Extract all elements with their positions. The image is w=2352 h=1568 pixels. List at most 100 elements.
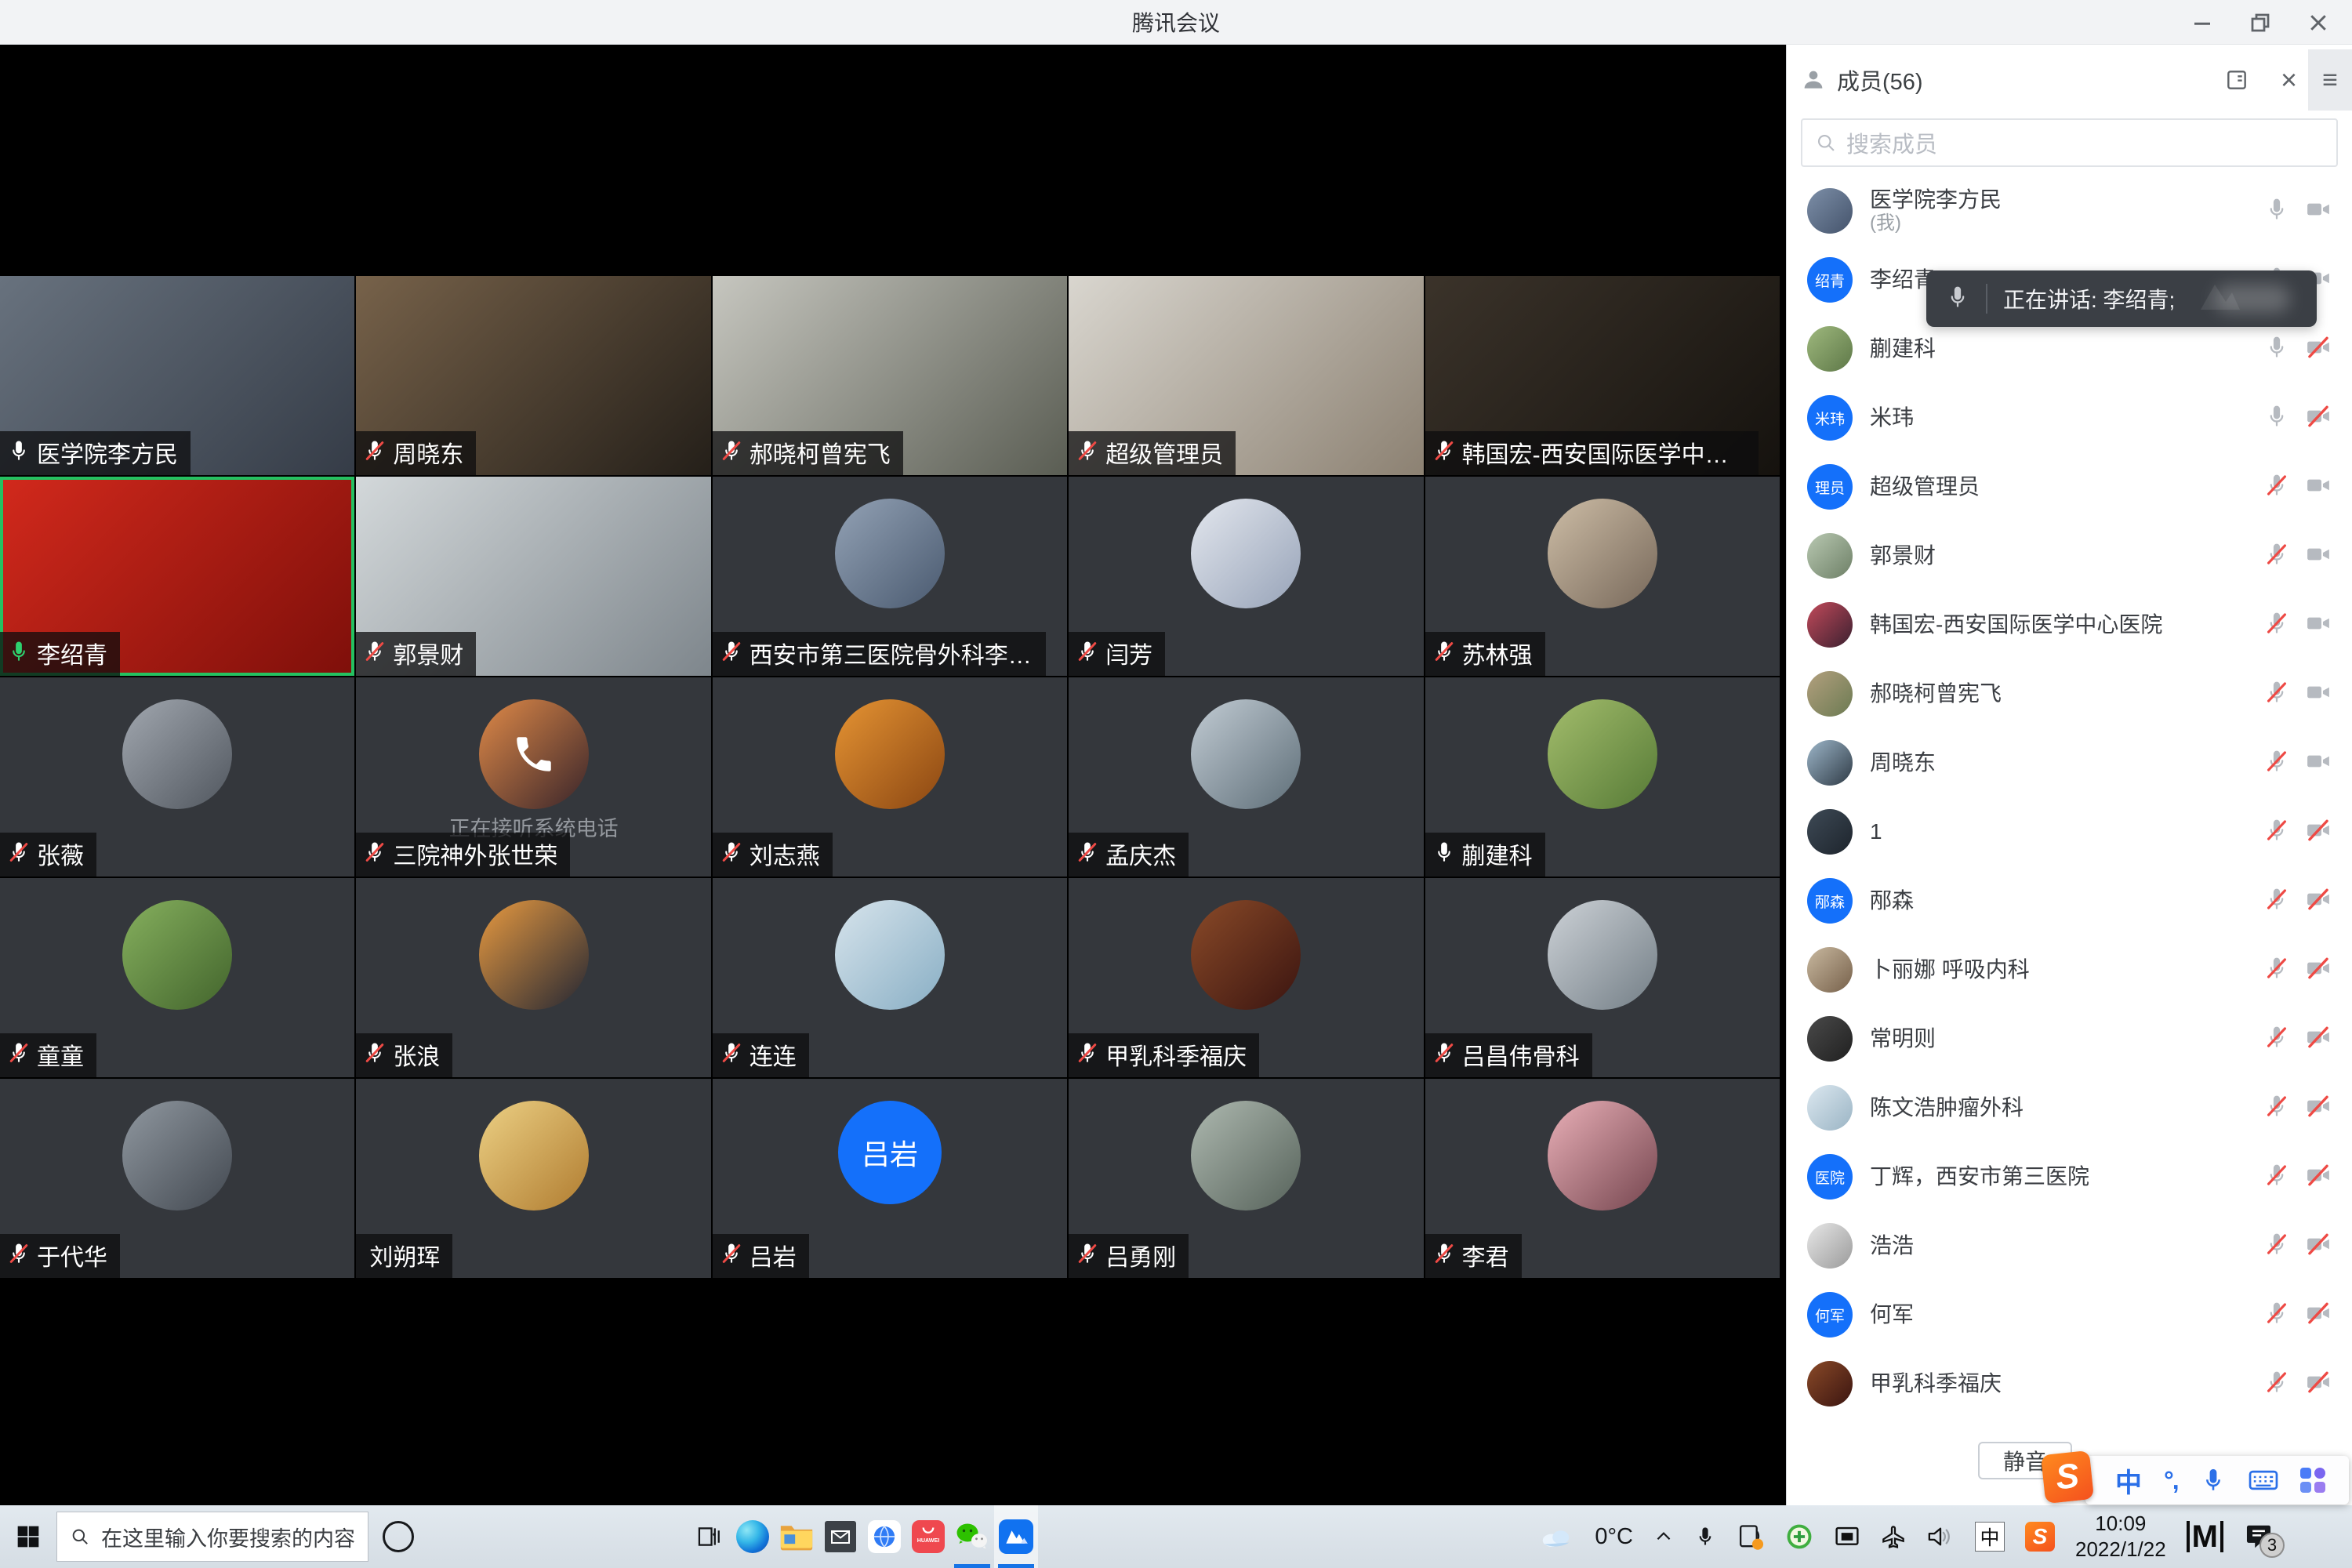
video-tile[interactable]: 郝晓柯曾宪飞 [713,276,1067,475]
member-mic-button[interactable] [2264,404,2289,433]
app-gallery-button[interactable]: HUAWEI [906,1505,950,1568]
member-row[interactable]: 甲乳科季福庆 [1787,1349,2352,1418]
member-camera-button[interactable] [2305,334,2332,365]
member-row[interactable]: 陈文浩肿瘤外科 [1787,1073,2352,1142]
member-camera-button[interactable] [2305,886,2332,916]
member-list[interactable]: 医学院李方民 (我) 绍青 李绍青 蒯建科 米玮 米玮 理员 超级管理员 [1787,176,2352,1418]
member-row[interactable]: 米玮 米玮 [1787,383,2352,452]
member-row[interactable]: 郝晓柯曾宪飞 [1787,659,2352,728]
member-camera-button[interactable] [2305,541,2332,572]
video-tile[interactable]: 刘志燕 [713,677,1067,877]
display-icon[interactable] [1834,1523,1860,1550]
video-tile[interactable]: 正在接听系统电话 三院神外张世荣 [356,677,710,877]
tray-expand-chevron-icon[interactable] [1653,1526,1674,1547]
notification-center-button[interactable]: 3 [2244,1522,2274,1552]
video-tile[interactable]: 刘朔珲 [356,1079,710,1278]
video-tile[interactable]: 周晓东 [356,276,710,475]
member-mic-button[interactable] [2264,680,2289,709]
member-row[interactable]: 医学院李方民 (我) [1787,176,2352,245]
restore-icon[interactable] [2249,11,2272,34]
ime-chinese-mode-icon[interactable]: 中 [2115,1461,2142,1500]
video-tile[interactable]: 李绍青 [0,477,354,676]
close-panel-icon[interactable]: × [2281,66,2297,94]
edge-button[interactable] [731,1505,775,1568]
video-tile[interactable]: 童童 [0,878,354,1077]
member-camera-button[interactable] [2305,610,2332,641]
ime-toolbox-icon[interactable] [2300,1468,2325,1493]
huawei-browser-button[interactable] [862,1505,906,1568]
tencent-meeting-button[interactable] [994,1505,1038,1568]
member-camera-button[interactable] [2305,472,2332,503]
video-tile[interactable]: 超级管理员 [1069,276,1423,475]
close-icon[interactable] [2307,11,2330,34]
video-tile[interactable]: 吕勇刚 [1069,1079,1423,1278]
ime-voice-icon[interactable] [2200,1467,2227,1494]
member-row[interactable]: 理员 超级管理员 [1787,452,2352,521]
sogou-logo-icon[interactable]: S [2041,1450,2094,1504]
member-camera-button[interactable] [2305,955,2332,985]
member-row[interactable]: 韩国宏-西安国际医学中心医院 [1787,590,2352,659]
member-row[interactable]: 1 [1787,797,2352,866]
tray-microphone-icon[interactable] [1694,1524,1716,1549]
member-mic-button[interactable] [2264,887,2289,916]
member-mic-button[interactable] [2264,197,2289,226]
member-mic-button[interactable] [2264,956,2289,985]
member-camera-button[interactable] [2305,748,2332,779]
panel-menu-button[interactable]: ≡ [2308,49,2352,111]
member-row[interactable]: 周晓东 [1787,728,2352,797]
video-tile[interactable]: 西安市第三医院骨外科李渊... [713,477,1067,676]
mail-button[interactable] [818,1505,862,1568]
member-row[interactable]: 何军 何军 [1787,1280,2352,1349]
member-mic-button[interactable] [2264,473,2289,502]
member-row[interactable]: 邴森 邴森 [1787,866,2352,935]
member-camera-button[interactable] [2305,1231,2332,1261]
weather-cloud-icon[interactable] [1538,1523,1574,1550]
file-explorer-button[interactable] [775,1505,818,1568]
member-row[interactable]: 郭景财 [1787,521,2352,590]
video-tile[interactable]: 闫芳 [1069,477,1423,676]
member-mic-button[interactable] [2264,542,2289,571]
video-tile[interactable]: 连连 [713,878,1067,1077]
member-mic-button[interactable] [2264,335,2289,364]
member-camera-button[interactable] [2305,817,2332,848]
minimize-icon[interactable] [2190,11,2214,34]
taskbar-clock[interactable]: 10:09 2022/1/22 [2075,1511,2166,1563]
ime-keyboard-icon[interactable] [2249,1467,2278,1494]
member-camera-button[interactable] [2305,1162,2332,1192]
member-mic-button[interactable] [2264,1232,2289,1261]
task-view-button[interactable] [687,1505,731,1568]
m-app-tray-icon[interactable]: M [2187,1521,2223,1552]
video-tile[interactable]: 吕昌伟骨科 [1425,878,1780,1077]
temperature-label[interactable]: 0°C [1595,1524,1633,1550]
member-camera-button[interactable] [2305,679,2332,710]
member-camera-button[interactable] [2305,196,2332,227]
video-tile[interactable]: 李君 [1425,1079,1780,1278]
member-row[interactable]: 卜丽娜 呼吸内科 [1787,935,2352,1004]
wechat-button[interactable] [950,1505,994,1568]
member-camera-button[interactable] [2305,403,2332,434]
start-button[interactable] [0,1505,56,1568]
video-tile[interactable]: 张薇 [0,677,354,877]
member-search-input[interactable]: 搜索成员 [1801,118,2338,167]
video-tile[interactable]: 张浪 [356,878,710,1077]
member-mic-button[interactable] [2264,818,2289,847]
member-mic-button[interactable] [2264,1301,2289,1330]
ime-punctuation-icon[interactable]: °, [2164,1466,2178,1495]
member-mic-button[interactable] [2264,1025,2289,1054]
member-mic-button[interactable] [2264,1163,2289,1192]
member-mic-button[interactable] [2264,749,2289,778]
ime-language-indicator[interactable]: 中 [1975,1522,2005,1552]
video-tile[interactable]: 苏林强 [1425,477,1780,676]
member-row[interactable]: 医院 丁辉，西安市第三医院 [1787,1142,2352,1211]
video-tile[interactable]: 郭景财 [356,477,710,676]
member-camera-button[interactable] [2305,1369,2332,1399]
video-tile[interactable]: 吕岩 吕岩 [713,1079,1067,1278]
video-tile[interactable]: 甲乳科季福庆 [1069,878,1423,1077]
taskbar-search-input[interactable]: 在这里输入你要搜索的内容 [56,1512,368,1562]
tablet-mode-icon[interactable] [1737,1523,1765,1551]
member-mic-button[interactable] [2264,1370,2289,1399]
video-tile[interactable]: 韩国宏-西安国际医学中心... [1425,276,1780,475]
airplane-mode-icon[interactable] [1881,1524,1906,1549]
video-tile[interactable]: 医学院李方民 [0,276,354,475]
member-camera-button[interactable] [2305,1093,2332,1123]
